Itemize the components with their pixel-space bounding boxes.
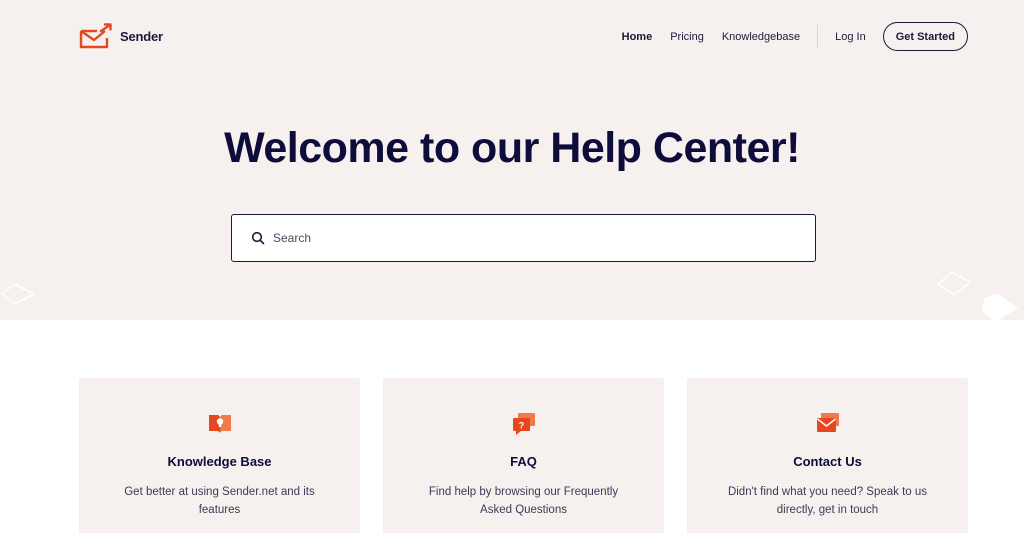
card-title: FAQ: [510, 454, 537, 469]
get-started-button[interactable]: Get Started: [882, 22, 968, 51]
page-title: Welcome to our Help Center!: [224, 124, 800, 172]
logo[interactable]: Sender: [79, 23, 163, 49]
nav-divider: [817, 25, 819, 48]
card-description: Get better at using Sender.net and its f…: [124, 486, 315, 516]
hero-section: Sender Home Pricing Knowledgebase Log In…: [0, 0, 1024, 320]
knowledge-base-icon: [208, 415, 231, 433]
contact-icon: [816, 413, 839, 432]
nav-link-pricing[interactable]: Pricing: [670, 31, 704, 43]
card-title: Knowledge Base: [167, 454, 272, 469]
card-title: Contact Us: [793, 454, 862, 469]
svg-text:?: ?: [518, 421, 524, 431]
decorative-shape-left: [0, 283, 36, 305]
top-nav: Home Pricing Knowledgebase Log In Get St…: [622, 22, 968, 51]
nav-link-home[interactable]: Home: [622, 31, 653, 43]
faq-icon: ?: [512, 413, 535, 435]
card-description: Didn't find what you need? Speak to us d…: [727, 486, 928, 516]
search-bar[interactable]: [231, 214, 816, 262]
card-knowledge-base[interactable]: Knowledge Base Get better at using Sende…: [79, 378, 360, 533]
decorative-shape-right-solid: [982, 294, 1018, 320]
search-icon: [251, 231, 265, 245]
search-input[interactable]: [273, 231, 773, 245]
nav-link-knowledgebase[interactable]: Knowledgebase: [722, 31, 800, 43]
card-description: Find help by browsing our Frequently Ask…: [428, 486, 619, 516]
decorative-shape-right-outline: [936, 271, 972, 296]
envelope-logo-icon: [79, 23, 112, 49]
card-faq[interactable]: ? FAQ Find help by browsing our Frequent…: [383, 378, 664, 533]
card-contact-us[interactable]: Contact Us Didn't find what you need? Sp…: [687, 378, 968, 533]
logo-text: Sender: [120, 28, 163, 44]
login-link[interactable]: Log In: [835, 31, 866, 43]
